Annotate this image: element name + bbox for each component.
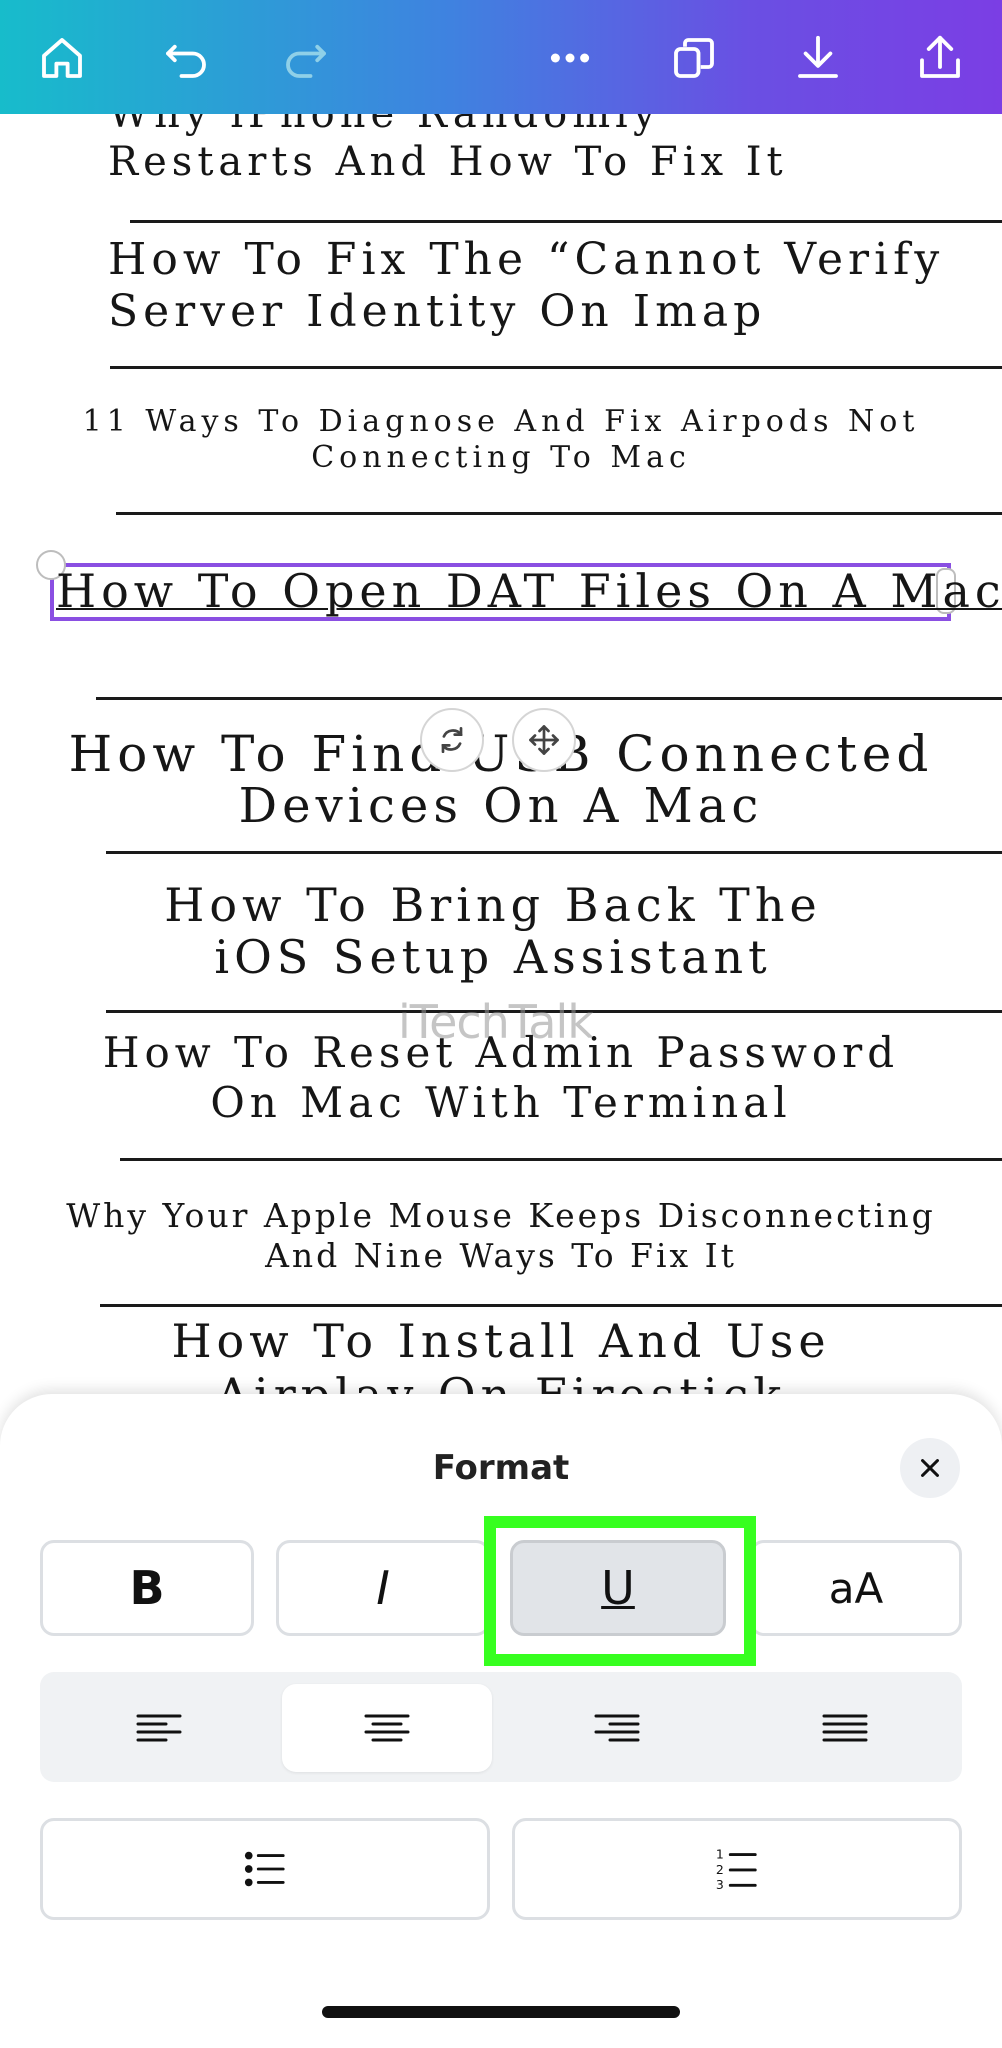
divider-line (106, 851, 1002, 854)
align-justify-icon (822, 1714, 868, 1742)
alignment-group (40, 1672, 962, 1782)
bullet-list-button[interactable] (40, 1818, 490, 1920)
design-canvas[interactable]: Why iPhone Randomly Restarts And How To … (0, 114, 1002, 1404)
home-indicator (322, 2006, 680, 2018)
home-button[interactable] (26, 22, 98, 94)
selected-title[interactable]: How To Open DAT Files On A Mac (56, 564, 1002, 619)
download-icon (798, 35, 838, 78)
more-button[interactable] (534, 22, 606, 94)
highlight-box (484, 1516, 756, 1666)
canvas-title[interactable]: How To Bring Back The (0, 878, 986, 933)
canvas-title[interactable]: Why Your Apple Mouse Keeps Disconnecting (0, 1196, 1002, 1236)
divider-line (110, 366, 1002, 369)
divider-line (96, 697, 1002, 700)
svg-text:3: 3 (716, 1877, 724, 1892)
canvas-title[interactable]: Devices On A Mac (0, 778, 1002, 836)
duplicate-pages-button[interactable] (658, 22, 730, 94)
italic-button[interactable]: I (276, 1540, 490, 1636)
rotate-button[interactable] (420, 708, 484, 772)
share-icon (920, 35, 960, 78)
move-button[interactable] (512, 708, 576, 772)
numbered-list-button[interactable]: 1 2 3 (512, 1818, 962, 1920)
home-icon (42, 38, 82, 78)
canvas-title[interactable]: iOS Setup Assistant (0, 930, 986, 985)
redo-icon (286, 44, 326, 78)
undo-icon (166, 44, 206, 78)
bold-button[interactable]: B (40, 1540, 254, 1636)
bullet-list-icon (244, 1851, 285, 1887)
align-center-icon (364, 1714, 410, 1742)
canvas-title[interactable]: Why iPhone Randomly (108, 114, 661, 138)
align-right-icon (594, 1714, 640, 1742)
divider-line (100, 1304, 1002, 1307)
canvas-title[interactable]: How To Install And Use (0, 1314, 1002, 1369)
format-panel: Format B I U aA 1 2 3 (0, 1394, 1002, 2048)
more-icon (550, 53, 590, 63)
align-left-button[interactable] (54, 1684, 264, 1772)
canvas-title[interactable]: How To Fix The “Cannot Verify (108, 234, 944, 287)
close-button[interactable] (900, 1438, 960, 1498)
download-button[interactable] (782, 22, 854, 94)
canvas-title[interactable]: Connecting To Mac (0, 440, 1002, 476)
canvas-title[interactable]: Restarts And How To Fix It (108, 138, 788, 186)
undo-button[interactable] (150, 22, 222, 94)
top-toolbar (0, 0, 1002, 114)
redo-button[interactable] (270, 22, 342, 94)
move-icon (529, 725, 559, 755)
align-left-icon (136, 1714, 182, 1742)
divider-line (120, 1158, 1002, 1161)
canvas-title[interactable]: And Nine Ways To Fix It (0, 1236, 1002, 1276)
align-justify-button[interactable] (740, 1684, 950, 1772)
panel-title: Format (432, 1448, 570, 1488)
text-case-button[interactable]: aA (750, 1540, 962, 1636)
duplicate-pages-icon (674, 38, 714, 78)
canvas-title[interactable]: How To Find USB Connected (0, 724, 1002, 784)
svg-text:1: 1 (716, 1846, 724, 1861)
rotate-icon (441, 726, 463, 754)
divider-line (116, 512, 1002, 515)
numbered-list-icon: 1 2 3 (716, 1846, 757, 1892)
canvas-title[interactable]: How To Reset Admin Password (0, 1028, 1002, 1078)
share-button[interactable] (904, 22, 976, 94)
align-center-button[interactable] (282, 1684, 492, 1772)
svg-text:2: 2 (716, 1862, 724, 1877)
canvas-title[interactable]: 11 Ways To Diagnose And Fix Airpods Not (0, 404, 1002, 440)
align-right-button[interactable] (512, 1684, 722, 1772)
divider-line (130, 220, 1002, 223)
canvas-title[interactable]: On Mac With Terminal (0, 1078, 1002, 1128)
canvas-title[interactable]: Server Identity On Imap (108, 286, 766, 339)
close-icon (921, 1459, 939, 1477)
